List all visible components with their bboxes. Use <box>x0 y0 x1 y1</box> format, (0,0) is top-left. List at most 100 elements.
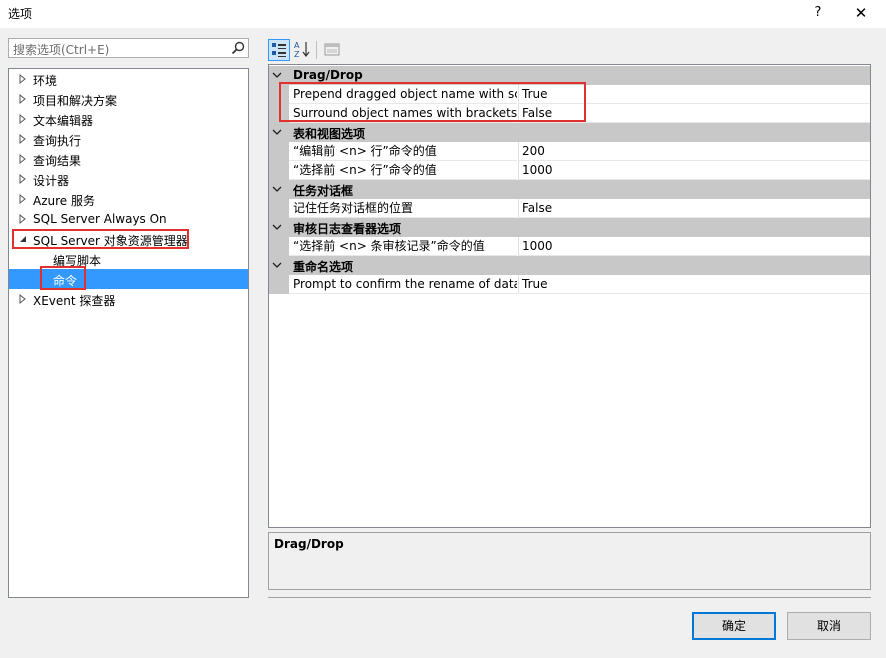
collapse-chevron-icon[interactable] <box>272 222 282 232</box>
collapse-arrow-icon[interactable] <box>18 233 28 245</box>
expand-arrow-icon[interactable] <box>18 173 28 185</box>
tree-item-label: 查询执行 <box>33 134 82 148</box>
row-gutter <box>269 275 289 294</box>
collapse-chevron-icon[interactable] <box>272 260 282 270</box>
category-label: Drag/Drop <box>293 68 363 82</box>
tree-item-azure-services[interactable]: Azure 服务 <box>9 189 248 209</box>
tree-item-label: 设计器 <box>33 174 70 188</box>
category-table-view-options[interactable]: 表和视图选项 <box>269 123 870 142</box>
ok-button[interactable]: 确定 <box>692 612 776 640</box>
expand-arrow-icon[interactable] <box>18 93 28 105</box>
tree-item-label: 项目和解决方案 <box>33 94 118 108</box>
property-pages-icon <box>324 43 340 56</box>
tree-item-scripting[interactable]: 编写脚本 <box>9 249 248 269</box>
row-gutter <box>269 237 289 256</box>
collapse-chevron-icon[interactable] <box>272 127 282 137</box>
property-value[interactable]: False <box>518 104 870 123</box>
help-button[interactable]: ? <box>806 1 830 25</box>
collapse-chevron-icon[interactable] <box>272 70 282 80</box>
tree-item-text-editor[interactable]: 文本编辑器 <box>9 109 248 129</box>
property-value[interactable]: True <box>518 275 870 294</box>
property-toolbar: A Z <box>268 39 388 61</box>
property-row[interactable]: Prepend dragged object name with schema … <box>269 85 870 104</box>
row-gutter <box>269 85 289 104</box>
property-row[interactable]: “编辑前 <n> 行”命令的值 200 <box>269 142 870 161</box>
row-gutter <box>269 142 289 161</box>
options-tree: 环境 项目和解决方案 文本编辑器 查询执行 查询结果 设计器 Azure 服务 … <box>8 68 249 598</box>
tree-item-commands[interactable]: 命令 <box>9 269 248 289</box>
collapse-chevron-icon[interactable] <box>272 184 282 194</box>
expand-arrow-icon[interactable] <box>18 133 28 145</box>
expand-arrow-icon[interactable] <box>18 113 28 125</box>
property-name[interactable]: Surround object names with brackets when… <box>289 104 517 123</box>
window-title: 选项 <box>8 7 33 21</box>
description-pane: Drag/Drop <box>268 532 871 590</box>
search-input[interactable]: 搜索选项(Ctrl+E) <box>8 38 249 58</box>
category-rename-options[interactable]: 重命名选项 <box>269 256 870 275</box>
row-gutter <box>269 199 289 218</box>
tree-item-label: 命令 <box>53 274 78 288</box>
property-value[interactable]: False <box>518 199 870 218</box>
property-name[interactable]: “选择前 <n> 行”命令的值 <box>289 161 517 180</box>
category-task-dialog[interactable]: 任务对话框 <box>269 180 870 199</box>
property-row[interactable]: “选择前 <n> 行”命令的值 1000 <box>269 161 870 180</box>
property-name[interactable]: Prompt to confirm the rename of database… <box>289 275 517 294</box>
tree-item-label: SQL Server Always On <box>33 212 167 226</box>
close-button[interactable]: ✕ <box>848 1 874 25</box>
tree-item-query-execution[interactable]: 查询执行 <box>9 129 248 149</box>
divider <box>268 597 871 598</box>
property-row[interactable]: Surround object names with brackets when… <box>269 104 870 123</box>
property-value[interactable]: True <box>518 85 870 104</box>
property-name[interactable]: Prepend dragged object name with schema <box>289 85 517 104</box>
expand-arrow-icon[interactable] <box>18 293 28 305</box>
tree-item-label: SQL Server 对象资源管理器 <box>33 234 188 248</box>
category-label: 重命名选项 <box>293 260 354 274</box>
category-label: 任务对话框 <box>293 184 354 198</box>
row-gutter <box>269 104 289 123</box>
tree-item-environment[interactable]: 环境 <box>9 69 248 89</box>
cancel-button[interactable]: 取消 <box>787 612 871 640</box>
tree-item-label: 文本编辑器 <box>33 114 94 128</box>
expand-arrow-icon[interactable] <box>18 153 28 165</box>
property-value[interactable]: 200 <box>518 142 870 161</box>
tree-item-object-explorer[interactable]: SQL Server 对象资源管理器 <box>9 229 248 249</box>
property-row[interactable]: 记住任务对话框的位置 False <box>269 199 870 218</box>
title-bar: 选项 ? ✕ <box>0 0 886 28</box>
category-audit-log-viewer[interactable]: 审核日志查看器选项 <box>269 218 870 237</box>
row-gutter <box>269 161 289 180</box>
search-placeholder: 搜索选项(Ctrl+E) <box>13 43 110 57</box>
expand-arrow-icon[interactable] <box>18 73 28 85</box>
tree-item-label: 查询结果 <box>33 154 82 168</box>
property-name[interactable]: 记住任务对话框的位置 <box>289 199 517 218</box>
tree-item-always-on[interactable]: SQL Server Always On <box>9 209 248 229</box>
description-title: Drag/Drop <box>274 537 344 551</box>
property-value[interactable]: 1000 <box>518 237 870 256</box>
property-grid: Drag/Drop Prepend dragged object name wi… <box>268 64 871 528</box>
property-name[interactable]: “编辑前 <n> 行”命令的值 <box>289 142 517 161</box>
tree-item-designers[interactable]: 设计器 <box>9 169 248 189</box>
alphabetical-view-button[interactable]: A Z <box>292 39 314 61</box>
category-drag-drop[interactable]: Drag/Drop <box>269 66 870 85</box>
category-label: 表和视图选项 <box>293 127 366 141</box>
categorized-icon <box>272 43 286 57</box>
property-row[interactable]: Prompt to confirm the rename of database… <box>269 275 870 294</box>
sort-az-icon: A Z <box>294 41 310 59</box>
tree-item-xevent-profiler[interactable]: XEvent 探查器 <box>9 289 248 309</box>
property-pages-button[interactable] <box>322 39 344 61</box>
tree-item-projects[interactable]: 项目和解决方案 <box>9 89 248 109</box>
tree-item-label: 编写脚本 <box>53 254 102 268</box>
property-row[interactable]: “选择前 <n> 条审核记录”命令的值 1000 <box>269 237 870 256</box>
toolbar-separator <box>316 41 317 59</box>
search-icon <box>231 41 245 55</box>
property-value[interactable]: 1000 <box>518 161 870 180</box>
tree-item-label: Azure 服务 <box>33 194 95 208</box>
tree-item-query-results[interactable]: 查询结果 <box>9 149 248 169</box>
svg-text:Z: Z <box>294 50 300 59</box>
categorized-view-button[interactable] <box>268 39 290 61</box>
tree-item-label: XEvent 探查器 <box>33 294 116 308</box>
svg-text:A: A <box>294 41 300 50</box>
tree-item-label: 环境 <box>33 74 58 88</box>
property-name[interactable]: “选择前 <n> 条审核记录”命令的值 <box>289 237 517 256</box>
expand-arrow-icon[interactable] <box>18 213 28 225</box>
expand-arrow-icon[interactable] <box>18 193 28 205</box>
